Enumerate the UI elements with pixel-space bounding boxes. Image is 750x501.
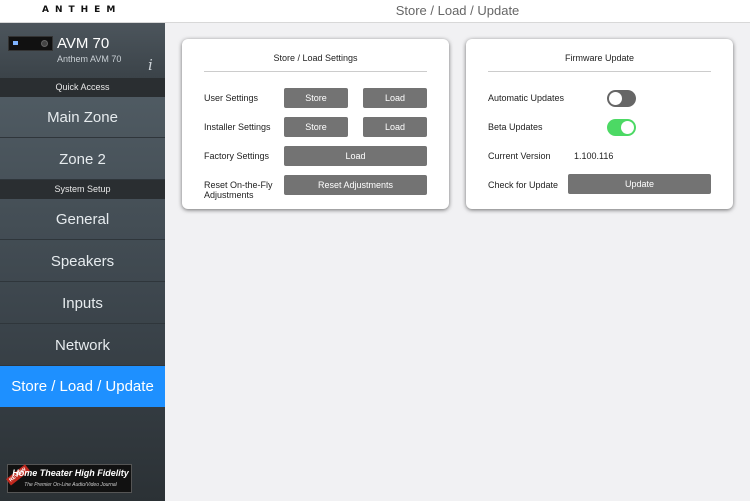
device-image bbox=[8, 36, 53, 51]
user-settings-load-button[interactable]: Load bbox=[363, 88, 427, 108]
user-settings-store-button[interactable]: Store bbox=[284, 88, 348, 108]
update-button[interactable]: Update bbox=[568, 174, 711, 194]
section-header-quick-access: Quick Access bbox=[0, 78, 165, 97]
sidebar-item-general[interactable]: General bbox=[0, 199, 165, 240]
sidebar-item-store-load-update[interactable]: Store / Load / Update bbox=[0, 366, 165, 407]
device-knob bbox=[41, 40, 48, 47]
toggle-knob bbox=[621, 121, 634, 134]
review-badge-logo: REVIEW Home Theater High Fidelity The Pr… bbox=[6, 464, 132, 493]
sidebar-item-network[interactable]: Network bbox=[0, 325, 165, 366]
sidebar-item-speakers[interactable]: Speakers bbox=[0, 241, 165, 282]
firmware-panel: Firmware Update Automatic Updates Beta U… bbox=[466, 39, 733, 209]
reset-adjustments-button[interactable]: Reset Adjustments bbox=[284, 175, 427, 195]
device-model: Anthem AVM 70 bbox=[57, 54, 122, 64]
anthem-logo: ANTHEM bbox=[42, 5, 122, 15]
badge-sub-text: The Premier On-Line Audio/Video Journal bbox=[24, 482, 117, 488]
current-version-value: 1.100.116 bbox=[574, 151, 614, 161]
sidebar-item-inputs[interactable]: Inputs bbox=[0, 283, 165, 324]
installer-settings-load-button[interactable]: Load bbox=[363, 117, 427, 137]
panel-divider bbox=[488, 71, 711, 72]
sidebar-item-main-zone[interactable]: Main Zone bbox=[0, 97, 165, 138]
firmware-panel-title: Firmware Update bbox=[564, 53, 635, 63]
beta-updates-toggle[interactable] bbox=[607, 119, 636, 136]
automatic-updates-label: Automatic Updates bbox=[488, 93, 565, 103]
badge-main-text: Home Theater High Fidelity bbox=[12, 468, 129, 478]
sidebar-item-zone-2[interactable]: Zone 2 bbox=[0, 139, 165, 180]
info-icon[interactable]: i bbox=[148, 56, 153, 74]
user-settings-label: User Settings bbox=[204, 93, 259, 103]
automatic-updates-toggle[interactable] bbox=[607, 90, 636, 107]
header-bar: ANTHEM Store / Load / Update bbox=[0, 0, 750, 23]
factory-settings-label: Factory Settings bbox=[204, 151, 270, 161]
toggle-knob bbox=[609, 92, 622, 105]
factory-settings-load-button[interactable]: Load bbox=[284, 146, 427, 166]
check-update-label: Check for Update bbox=[488, 180, 559, 190]
beta-updates-label: Beta Updates bbox=[488, 122, 543, 132]
device-card[interactable]: AVM 70 Anthem AVM 70 i bbox=[0, 23, 165, 78]
store-load-panel: Store / Load Settings User Settings Stor… bbox=[182, 39, 449, 209]
device-display bbox=[13, 41, 18, 45]
panel-divider bbox=[204, 71, 427, 72]
reset-fly-label: Reset On-the-Fly Adjustments bbox=[204, 180, 273, 200]
section-header-system-setup: System Setup bbox=[0, 180, 165, 199]
store-load-panel-title: Store / Load Settings bbox=[273, 53, 358, 63]
current-version-label: Current Version bbox=[488, 151, 551, 161]
page-title: Store / Load / Update bbox=[395, 3, 520, 18]
installer-settings-label: Installer Settings bbox=[204, 122, 271, 132]
sidebar: AVM 70 Anthem AVM 70 i Quick Access Main… bbox=[0, 23, 165, 501]
device-name: AVM 70 bbox=[57, 35, 110, 52]
installer-settings-store-button[interactable]: Store bbox=[284, 117, 348, 137]
